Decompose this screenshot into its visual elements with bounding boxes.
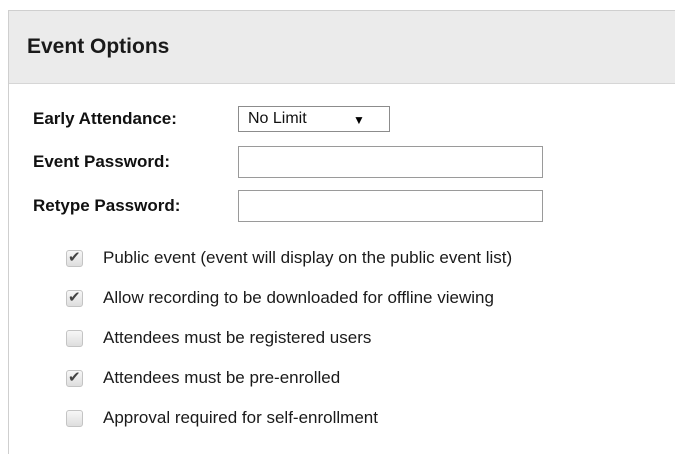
public-event-label: Public event (event will display on the … (103, 248, 513, 267)
approval-required-checkbox[interactable] (66, 409, 83, 427)
allow-download-checkbox[interactable]: ✔ (66, 287, 83, 307)
dropdown-arrow-icon: ▼ (353, 113, 365, 127)
retype-password-input[interactable] (238, 190, 543, 222)
registered-users-label: Attendees must be registered users (103, 328, 372, 347)
retype-password-row: Retype Password: (33, 190, 543, 222)
early-attendance-row: Early Attendance: No Limit ▼ (33, 106, 390, 132)
event-password-label: Event Password: (33, 152, 170, 171)
retype-password-label: Retype Password: (33, 196, 181, 215)
option-approval-required: Approval required for self-enrollment (66, 408, 378, 428)
pre-enrolled-checkbox[interactable]: ✔ (66, 367, 83, 387)
early-attendance-value: No Limit (248, 110, 307, 127)
checkmark-icon: ✔ (68, 247, 81, 266)
early-attendance-label: Early Attendance: (33, 109, 177, 128)
pre-enrolled-label: Attendees must be pre-enrolled (103, 368, 341, 387)
panel-title: Event Options (27, 35, 170, 58)
option-registered-users: Attendees must be registered users (66, 328, 371, 348)
checkmark-icon: ✔ (68, 287, 81, 306)
option-public-event: ✔ Public event (event will display on th… (66, 248, 512, 268)
event-password-row: Event Password: (33, 146, 543, 178)
registered-users-checkbox[interactable] (66, 329, 83, 347)
option-allow-download: ✔ Allow recording to be downloaded for o… (66, 288, 494, 308)
event-password-input[interactable] (238, 146, 543, 178)
allow-download-label: Allow recording to be downloaded for off… (103, 288, 494, 307)
early-attendance-select[interactable]: No Limit ▼ (238, 106, 390, 132)
public-event-checkbox[interactable]: ✔ (66, 247, 83, 267)
checkmark-icon: ✔ (68, 367, 81, 386)
panel-header: Event Options (9, 11, 675, 84)
approval-required-label: Approval required for self-enrollment (103, 408, 378, 427)
option-pre-enrolled: ✔ Attendees must be pre-enrolled (66, 368, 340, 388)
